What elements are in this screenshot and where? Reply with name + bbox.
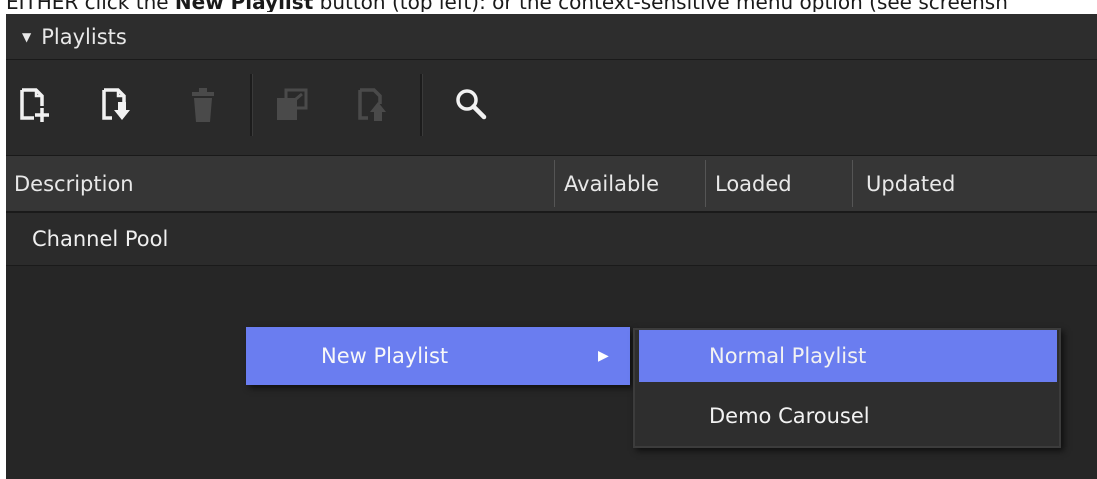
search-icon — [456, 89, 487, 120]
document-export-icon — [358, 88, 386, 121]
menu-item-label: Normal Playlist — [709, 344, 867, 368]
menu-item-label: New Playlist — [321, 344, 449, 368]
column-label: Loaded — [715, 171, 792, 196]
column-divider[interactable] — [554, 160, 555, 207]
playlists-panel: ▼ Playlists Description Available Loaded… — [6, 14, 1097, 479]
caption-suffix: button (top left): or the context-sensit… — [313, 0, 1008, 12]
triangle-down-icon[interactable]: ▼ — [22, 30, 31, 44]
table-row[interactable]: Channel Pool — [6, 213, 1097, 266]
window-collapse-icon — [277, 88, 308, 120]
row-description: Channel Pool — [32, 227, 169, 251]
column-header-updated[interactable]: Updated — [866, 156, 955, 211]
submenu-arrow-icon: ▶ — [598, 348, 609, 364]
delete-button[interactable] — [182, 84, 224, 126]
new-playlist-submenu: Normal Playlist Demo Carousel — [633, 328, 1061, 448]
toolbar-separator — [420, 74, 423, 136]
document-import-icon — [102, 88, 130, 120]
import-playlist-button[interactable] — [96, 84, 138, 126]
column-divider[interactable] — [705, 160, 706, 207]
instruction-caption: EITHER click the New Playlist button (to… — [6, 0, 1097, 12]
menu-item-normal-playlist[interactable]: Normal Playlist — [639, 330, 1057, 382]
menu-item-label: Demo Carousel — [709, 404, 870, 428]
column-label: Updated — [866, 171, 956, 196]
context-menu-new-playlist[interactable]: New Playlist ▶ — [246, 327, 630, 385]
column-divider[interactable] — [852, 160, 853, 207]
trash-icon — [192, 88, 214, 122]
toolbar-separator — [250, 74, 253, 136]
panel-title: Playlists — [41, 24, 127, 49]
export-button[interactable] — [352, 84, 394, 126]
collapse-button[interactable] — [270, 84, 312, 126]
column-label: Available — [564, 171, 660, 196]
column-header-loaded[interactable]: Loaded — [715, 156, 792, 211]
new-document-plus-icon — [20, 88, 49, 122]
new-playlist-button[interactable] — [14, 84, 56, 126]
toolbar — [6, 60, 1097, 156]
search-button[interactable] — [450, 84, 492, 126]
column-header-description[interactable]: Description — [14, 156, 134, 211]
column-header-available[interactable]: Available — [564, 156, 659, 211]
caption-prefix: EITHER click the — [6, 0, 175, 12]
menu-item-demo-carousel[interactable]: Demo Carousel — [639, 390, 1057, 442]
caption-bold: New Playlist — [174, 0, 314, 12]
table-header: Description Available Loaded Updated — [6, 156, 1097, 213]
column-label: Description — [14, 171, 134, 196]
panel-header[interactable]: ▼ Playlists — [6, 14, 1097, 60]
